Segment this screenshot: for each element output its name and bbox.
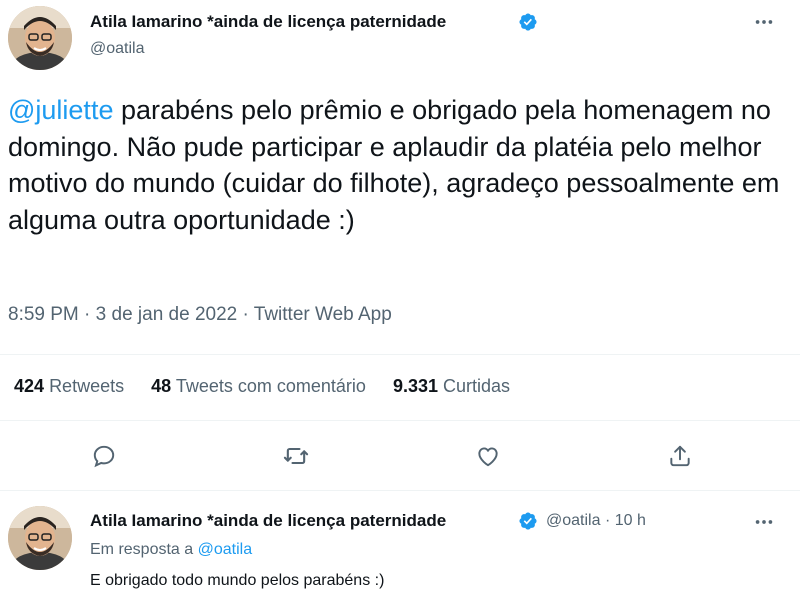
verified-badge-icon — [519, 512, 537, 530]
more-icon[interactable] — [752, 510, 776, 534]
divider — [0, 490, 800, 491]
quotes-count: 48 — [151, 376, 172, 396]
avatar[interactable] — [8, 506, 72, 570]
heart-icon — [478, 447, 498, 467]
verified-badge-icon — [519, 13, 537, 31]
in-reply-handle[interactable]: @oatila — [198, 541, 253, 558]
likes-count: 9.331 — [392, 376, 438, 396]
meta-separator: · — [84, 304, 91, 325]
reply-button[interactable] — [86, 438, 122, 474]
divider — [0, 354, 800, 355]
meta-separator: · — [604, 512, 611, 529]
likes-label: Curtidas — [443, 376, 511, 396]
reply-handle-row: @oatila · 10 h — [546, 512, 646, 530]
tweet-date[interactable]: 3 de jan de 2022 — [96, 304, 238, 325]
tweet-stats: 424 Retweets 48 Tweets com comentário 9.… — [14, 376, 532, 397]
retweets-stat[interactable]: 424 Retweets — [14, 376, 124, 396]
reply-age[interactable]: 10 h — [615, 512, 646, 529]
tweet-time[interactable]: 8:59 PM — [8, 304, 79, 325]
reply-author-handle[interactable]: @oatila — [546, 512, 601, 529]
tweet-source[interactable]: Twitter Web App — [254, 304, 392, 325]
reply-icon — [93, 445, 115, 468]
divider — [0, 420, 800, 421]
reply-tweet-text: E obrigado todo mundo pelos parabéns :) — [90, 572, 385, 589]
share-icon — [670, 445, 690, 467]
like-button[interactable] — [470, 438, 506, 474]
retweets-count: 424 — [14, 376, 45, 396]
more-icon[interactable] — [752, 10, 776, 34]
avatar[interactable] — [8, 6, 72, 70]
author-handle[interactable]: @oatila — [90, 40, 145, 58]
tweet-meta: 8:59 PM · 3 de jan de 2022 · Twitter Web… — [8, 304, 392, 326]
quotes-label: Tweets com comentário — [175, 376, 366, 396]
in-reply-to: Em resposta a @oatila — [90, 541, 252, 559]
tweet-body: parabéns pelo prêmio e obrigado pela hom… — [8, 95, 780, 235]
share-button[interactable] — [662, 438, 698, 474]
retweet-icon — [283, 447, 309, 465]
retweets-label: Retweets — [49, 376, 125, 396]
reply-author-name[interactable]: Atila Iamarino *ainda de licença paterni… — [90, 511, 446, 531]
likes-stat[interactable]: 9.331 Curtidas — [393, 376, 510, 396]
author-name[interactable]: Atila Iamarino *ainda de licença paterni… — [90, 12, 446, 32]
in-reply-prefix: Em resposta a — [90, 541, 198, 558]
mention-link[interactable]: @juliette — [8, 95, 113, 125]
quotes-stat[interactable]: 48 Tweets com comentário — [151, 376, 366, 396]
retweet-button[interactable] — [278, 438, 314, 474]
tweet-text: @juliette parabéns pelo prêmio e obrigad… — [8, 92, 788, 238]
meta-separator: · — [242, 304, 249, 325]
